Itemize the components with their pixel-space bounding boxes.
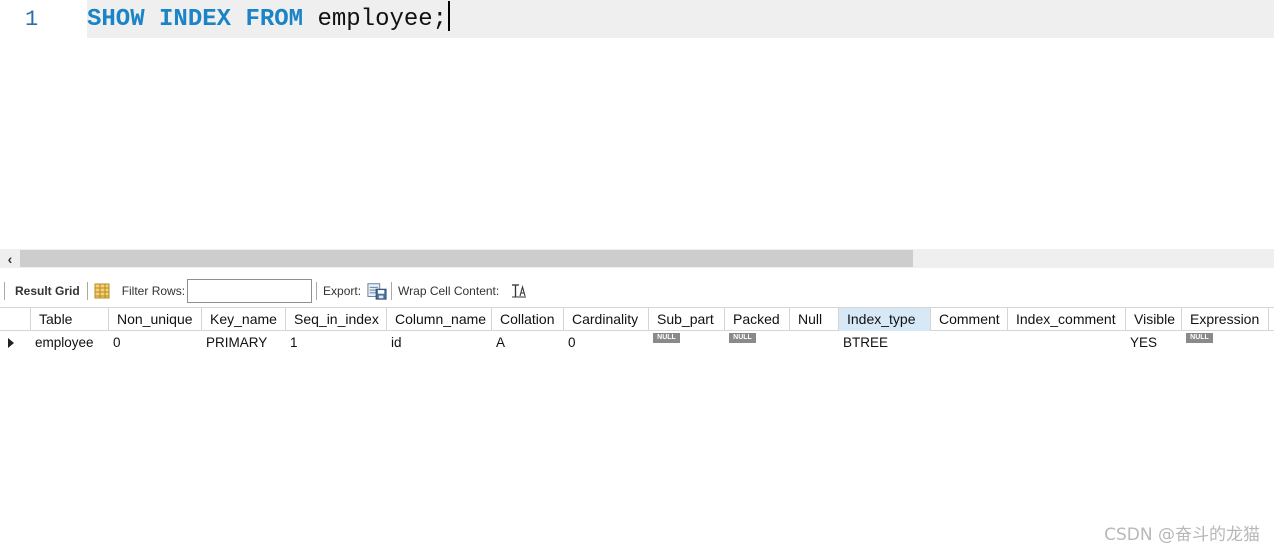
column-header-non-unique[interactable]: Non_unique bbox=[109, 308, 202, 331]
form-editor-icon[interactable] bbox=[92, 281, 112, 301]
cell-key-name[interactable]: PRIMARY bbox=[202, 331, 286, 355]
scroll-left-button[interactable]: ‹ bbox=[0, 249, 20, 268]
column-header-column-name[interactable]: Column_name bbox=[387, 308, 492, 331]
row-marker-header bbox=[0, 308, 31, 331]
line-number: 1 bbox=[0, 0, 87, 40]
cell-sub-part[interactable]: NULL bbox=[649, 331, 725, 355]
column-header-index-comment[interactable]: Index_comment bbox=[1008, 308, 1126, 331]
wrap-cell-content-label: Wrap Cell Content: bbox=[398, 284, 500, 298]
grid-header: Table Non_unique Key_name Seq_in_index C… bbox=[0, 307, 1274, 331]
result-grid[interactable]: Table Non_unique Key_name Seq_in_index C… bbox=[0, 307, 1274, 355]
cell-cardinality[interactable]: 0 bbox=[564, 331, 649, 355]
result-grid-tab[interactable]: Result Grid bbox=[12, 284, 83, 298]
export-label: Export: bbox=[323, 284, 362, 298]
null-badge: NULL bbox=[729, 333, 756, 343]
scrollbar-thumb[interactable] bbox=[20, 250, 913, 267]
column-header-seq-in-index[interactable]: Seq_in_index bbox=[286, 308, 387, 331]
null-badge: NULL bbox=[653, 333, 680, 343]
watermark: CSDN @奋斗的龙猫 bbox=[1104, 525, 1260, 545]
sql-statement[interactable]: SHOW INDEX FROM employee; bbox=[87, 0, 451, 38]
export-icon[interactable] bbox=[367, 281, 387, 301]
column-header-comment[interactable]: Comment bbox=[931, 308, 1008, 331]
toolbar-separator bbox=[86, 282, 88, 300]
null-badge: NULL bbox=[1186, 333, 1213, 343]
toolbar-separator bbox=[4, 282, 5, 300]
toolbar-separator bbox=[316, 282, 318, 300]
column-header-cardinality[interactable]: Cardinality bbox=[564, 308, 649, 331]
current-row-indicator bbox=[0, 331, 31, 355]
cell-packed[interactable]: NULL bbox=[725, 331, 790, 355]
sql-table-identifier: employee; bbox=[317, 6, 448, 33]
cell-comment[interactable] bbox=[931, 331, 1008, 355]
text-caret bbox=[448, 1, 451, 31]
column-header-null[interactable]: Null bbox=[790, 308, 839, 331]
cell-collation[interactable]: A bbox=[492, 331, 564, 355]
cell-index-comment[interactable] bbox=[1008, 331, 1126, 355]
column-header-collation[interactable]: Collation bbox=[492, 308, 564, 331]
editor-horizontal-scrollbar[interactable]: ‹ bbox=[0, 249, 1274, 268]
sql-keyword-from: FROM bbox=[245, 6, 304, 33]
filter-rows-input[interactable] bbox=[187, 279, 313, 303]
filter-rows-label: Filter Rows: bbox=[121, 284, 186, 298]
chevron-left-icon: ‹ bbox=[7, 250, 13, 267]
cell-index-type[interactable]: BTREE bbox=[839, 331, 931, 355]
column-header-key-name[interactable]: Key_name bbox=[202, 308, 286, 331]
cell-table[interactable]: employee bbox=[31, 331, 109, 355]
column-header-table[interactable]: Table bbox=[31, 308, 109, 331]
cell-seq-in-index[interactable]: 1 bbox=[286, 331, 387, 355]
cell-expression[interactable]: NULL bbox=[1182, 331, 1269, 355]
column-header-sub-part[interactable]: Sub_part bbox=[649, 308, 725, 331]
column-header-packed[interactable]: Packed bbox=[725, 308, 790, 331]
sql-keyword-index: INDEX bbox=[159, 6, 232, 33]
column-header-expression[interactable]: Expression bbox=[1182, 308, 1269, 331]
column-header-index-type[interactable]: Index_type bbox=[839, 308, 931, 331]
cell-column-name[interactable]: id bbox=[387, 331, 492, 355]
result-toolbar: Result Grid Filter Rows: Export: Wrap Ce… bbox=[0, 276, 1274, 306]
wrap-text-icon[interactable] bbox=[509, 281, 529, 301]
column-header-visible[interactable]: Visible bbox=[1126, 308, 1182, 331]
code-line-highlight[interactable]: SHOW INDEX FROM employee; bbox=[87, 0, 1274, 38]
sql-editor[interactable]: 1 SHOW INDEX FROM employee; bbox=[0, 0, 1274, 248]
cell-non-unique[interactable]: 0 bbox=[109, 331, 202, 355]
sql-keyword-show: SHOW bbox=[87, 6, 145, 33]
table-row[interactable]: employee 0 PRIMARY 1 id A 0 NULL NULL BT… bbox=[0, 331, 1274, 355]
cell-visible[interactable]: YES bbox=[1126, 331, 1182, 355]
cell-null[interactable] bbox=[790, 331, 839, 355]
play-icon bbox=[8, 338, 14, 348]
toolbar-separator bbox=[391, 282, 393, 300]
